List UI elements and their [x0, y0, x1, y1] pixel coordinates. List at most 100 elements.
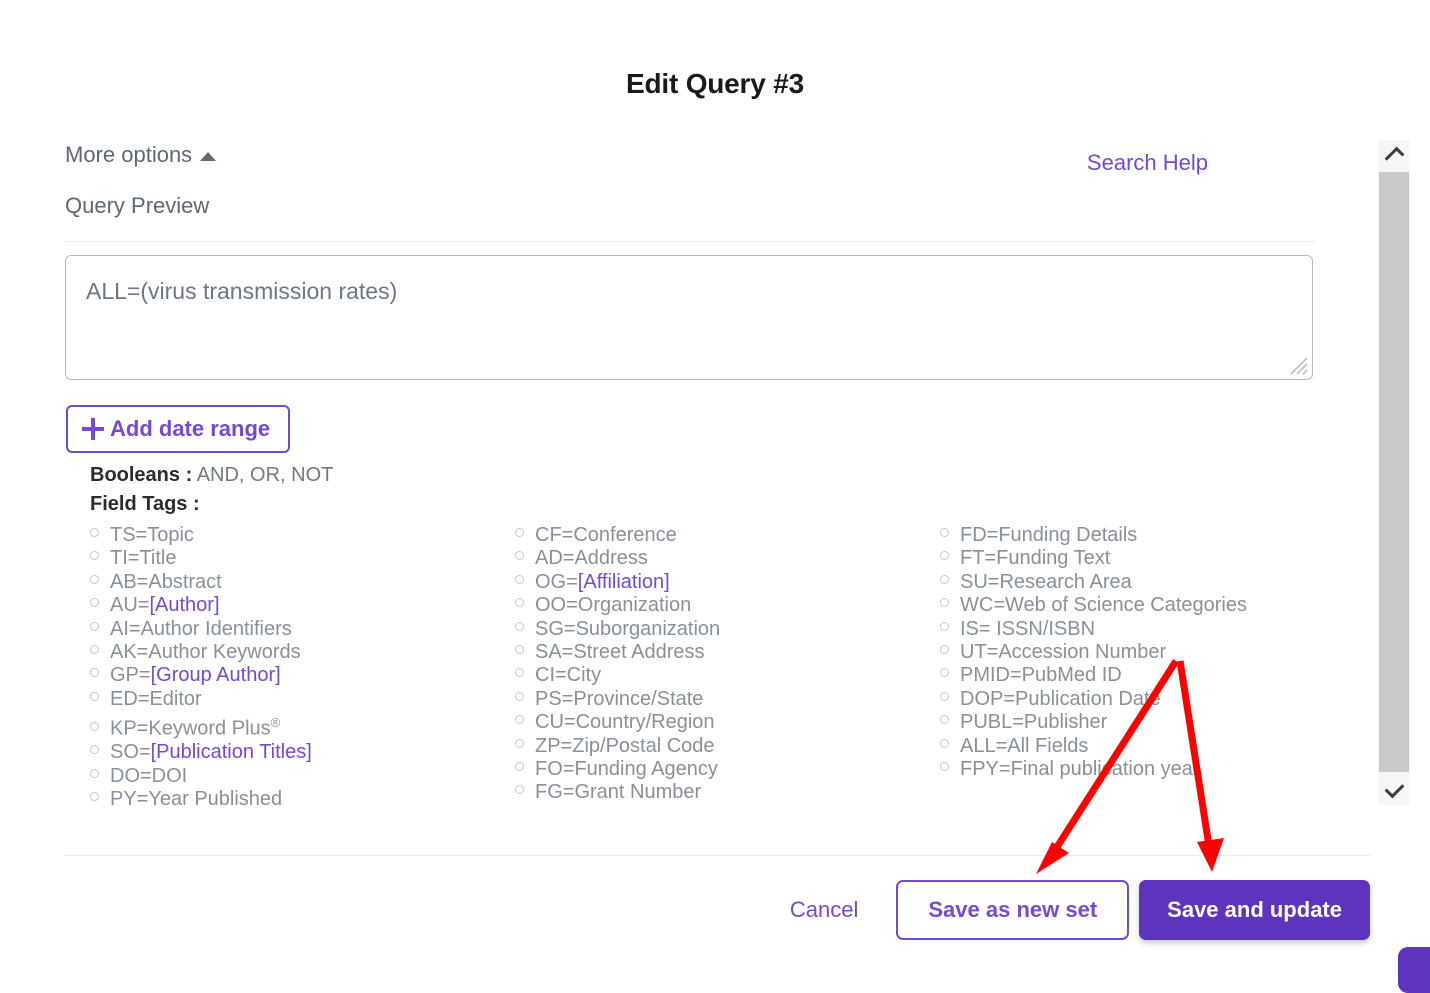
field-tag-text: IS= ISSN/ISBN	[960, 617, 1096, 640]
field-tag-text: ALL=All Fields	[960, 734, 1089, 757]
field-tag-text: PUBL=Publisher	[960, 711, 1108, 734]
scrollbar-thumb[interactable]	[1379, 172, 1409, 772]
field-tags-label: Field Tags :	[90, 493, 200, 515]
field-tag-text: CF=Conference	[535, 524, 677, 546]
field-tag-item: PS=Province/State	[515, 688, 940, 711]
bullet-circle-icon	[515, 668, 524, 678]
bullet-circle-icon	[90, 598, 99, 608]
field-tag-label: DO=DOI	[110, 765, 187, 788]
vertical-scrollbar[interactable]	[1378, 140, 1410, 805]
field-tags-column: CF=Conference AD=Address OG=[Affiliation] O…	[515, 524, 940, 812]
bullet-circle-icon	[940, 668, 949, 678]
field-tag-label: AI=Author Identifiers	[110, 618, 292, 641]
field-tags-columns: TS=Topic TI=Title AB=Abstract AU=[Author] AI…	[90, 524, 1320, 812]
bullet-circle-icon	[515, 574, 524, 584]
field-tag-item: SG=Suborganization	[515, 618, 940, 641]
bullet-circle-icon	[90, 528, 99, 537]
field-tag-text: SA=Street Address	[535, 641, 705, 664]
field-tag-text: TS=Topic	[110, 524, 194, 546]
field-tag-item: AK=Author Keywords	[90, 641, 515, 664]
more-options-label: More options	[65, 142, 193, 167]
bullet-circle-icon	[515, 598, 524, 608]
bullet-circle-icon	[515, 551, 524, 561]
scroll-up-button[interactable]	[1378, 140, 1410, 170]
field-tag-text: CI=City	[535, 664, 602, 687]
bullet-circle-icon	[90, 668, 99, 678]
field-tag-label: SU=Research Area	[960, 571, 1132, 594]
bullet-circle-icon	[940, 762, 949, 772]
booleans-value: AND, OR, NOT	[196, 464, 334, 486]
field-tag-label: PUBL=Publisher	[960, 711, 1107, 734]
field-tag-label: PMID=PubMed ID	[960, 664, 1122, 687]
field-tag-item: PY=Year Published	[90, 788, 515, 811]
field-tag-item: AD=Address	[515, 547, 940, 570]
field-tag-item: FG=Grant Number	[515, 781, 940, 804]
field-tag-item: CU=Country/Region	[515, 711, 940, 734]
field-tag-text: FD=Funding Details	[960, 524, 1138, 546]
scroll-down-button[interactable]	[1378, 775, 1410, 805]
floating-help-widget[interactable]	[1398, 947, 1430, 993]
field-tag-label: CI=City	[535, 664, 601, 687]
field-tag-label: FO=Funding Agency	[535, 758, 718, 781]
field-tag-item: TI=Title	[90, 547, 515, 570]
field-tag-label: PS=Province/State	[535, 688, 703, 711]
chevron-down-icon	[1384, 778, 1404, 799]
add-date-range-button[interactable]: Add date range	[66, 405, 291, 453]
field-tag-text: PS=Province/State	[535, 687, 704, 710]
field-tag-text: WC=Web of Science Categories	[960, 594, 1247, 617]
field-tag-item: OO=Organization	[515, 594, 940, 617]
field-tag-link[interactable]: [Author]	[149, 594, 219, 616]
bullet-circle-icon	[515, 762, 524, 772]
field-tag-text: PY=Year Published	[110, 788, 283, 811]
field-tag-item: KP=Keyword Plus®	[90, 711, 515, 741]
field-tag-item: UT=Accession Number	[940, 641, 1320, 664]
field-tag-label: OO=Organization	[535, 594, 691, 617]
field-tag-link[interactable]: [Affiliation]	[578, 571, 670, 593]
field-tag-code: AU=	[110, 594, 150, 617]
bullet-circle-icon	[940, 691, 949, 701]
bullet-circle-icon	[940, 738, 949, 748]
field-tag-item: CI=City	[515, 664, 940, 687]
bullet-circle-icon	[515, 645, 524, 655]
bullet-circle-icon	[90, 768, 99, 778]
more-options-toggle[interactable]: More options	[65, 142, 217, 168]
query-input-value: ALL=(virus transmission rates)	[86, 278, 398, 304]
field-tag-text: OO=Organization	[535, 594, 692, 617]
field-tag-item: SO=[Publication Titles]	[90, 741, 515, 764]
field-tag-text: FT=Funding Text	[960, 547, 1111, 570]
field-tag-label: FT=Funding Text	[960, 547, 1110, 570]
field-tag-link[interactable]: [Group Author]	[151, 664, 281, 686]
bullet-circle-icon	[515, 691, 524, 701]
field-tag-item: IS= ISSN/ISBN	[940, 618, 1320, 641]
dialog-actions: Cancel Save as new set Save and update	[790, 880, 1370, 940]
field-tag-item: CF=Conference	[515, 524, 940, 547]
field-tag-label: CF=Conference	[535, 524, 677, 547]
field-tag-label: AD=Address	[535, 547, 648, 570]
field-tag-link[interactable]: [Publication Titles]	[151, 741, 312, 763]
bullet-circle-icon	[940, 528, 949, 537]
field-tag-item: FT=Funding Text	[940, 547, 1320, 570]
bullet-circle-icon	[940, 715, 949, 725]
divider-bottom	[65, 855, 1370, 856]
plus-icon	[82, 418, 104, 440]
bullet-circle-icon	[940, 551, 949, 561]
field-tag-item: ALL=All Fields	[940, 735, 1320, 758]
save-and-update-button[interactable]: Save and update	[1139, 880, 1370, 940]
query-input[interactable]: ALL=(virus transmission rates)	[65, 255, 1313, 380]
cancel-button[interactable]: Cancel	[790, 897, 896, 923]
field-tag-item: FPY=Final publication year	[940, 758, 1320, 781]
field-tag-item: DOP=Publication Date	[940, 688, 1320, 711]
registered-mark-icon: ®	[270, 715, 281, 731]
bullet-circle-icon	[90, 792, 99, 802]
field-tag-label: AB=Abstract	[110, 571, 222, 594]
field-tag-label: TI=Title	[110, 547, 177, 570]
search-help-link[interactable]: Search Help	[1087, 150, 1208, 176]
field-tag-text: AI=Author Identifiers	[110, 617, 292, 640]
field-tag-text: TI=Title	[110, 547, 177, 570]
resize-grip-icon[interactable]	[1287, 354, 1309, 376]
bullet-circle-icon	[90, 721, 99, 731]
field-tag-label: SG=Suborganization	[535, 618, 720, 641]
field-tag-item: TS=Topic	[90, 524, 515, 547]
save-as-new-set-button[interactable]: Save as new set	[896, 880, 1130, 940]
field-tag-text: PMID=PubMed ID	[960, 664, 1122, 687]
